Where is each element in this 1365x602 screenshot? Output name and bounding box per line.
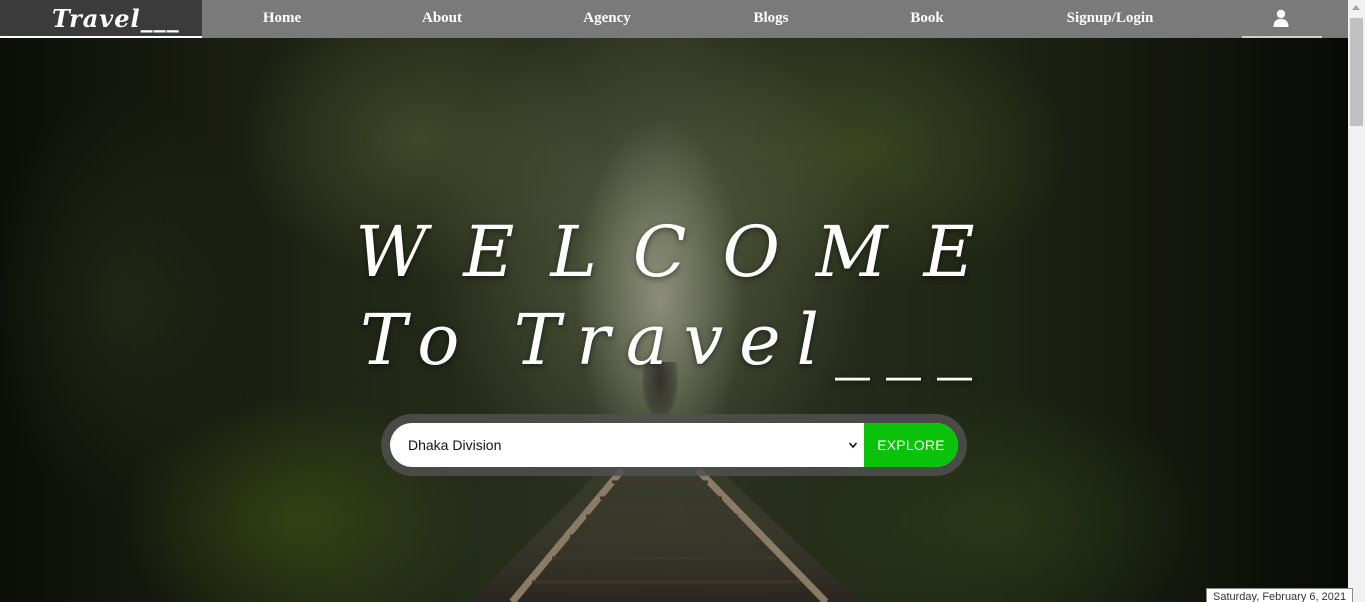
explore-button[interactable]: EXPLORE — [864, 423, 958, 467]
nav-links: Home About Agency Blogs Book Signup/Logi… — [202, 0, 1348, 38]
search-inner: Dhaka Division EXPLORE — [390, 423, 958, 467]
user-icon[interactable] — [1273, 9, 1289, 27]
division-select[interactable]: Dhaka Division — [390, 423, 864, 467]
chevron-down-icon — [848, 442, 858, 449]
vertical-scrollbar[interactable] — [1348, 0, 1365, 602]
nav-signup-login[interactable]: Signup/Login — [1067, 0, 1154, 38]
scroll-up-arrow-icon[interactable] — [1352, 5, 1360, 10]
nav-underline — [1242, 36, 1322, 38]
brand-logo[interactable]: Travel___ — [0, 0, 202, 38]
division-select-value: Dhaka Division — [408, 437, 502, 453]
date-tooltip: Saturday, February 6, 2021 — [1206, 588, 1354, 602]
nav-agency[interactable]: Agency — [583, 0, 631, 38]
nav-about[interactable]: About — [422, 0, 462, 38]
scroll-thumb[interactable] — [1350, 18, 1363, 126]
top-navigation: Travel___ Home About Agency Blogs Book S… — [0, 0, 1348, 38]
destination-search: Dhaka Division EXPLORE — [381, 414, 967, 476]
welcome-headline: WELCOME — [355, 211, 1011, 293]
nav-home[interactable]: Home — [263, 0, 301, 38]
welcome-subtitle: To Travel___ — [360, 299, 988, 381]
nav-blogs[interactable]: Blogs — [753, 0, 788, 38]
nav-book[interactable]: Book — [910, 0, 943, 38]
